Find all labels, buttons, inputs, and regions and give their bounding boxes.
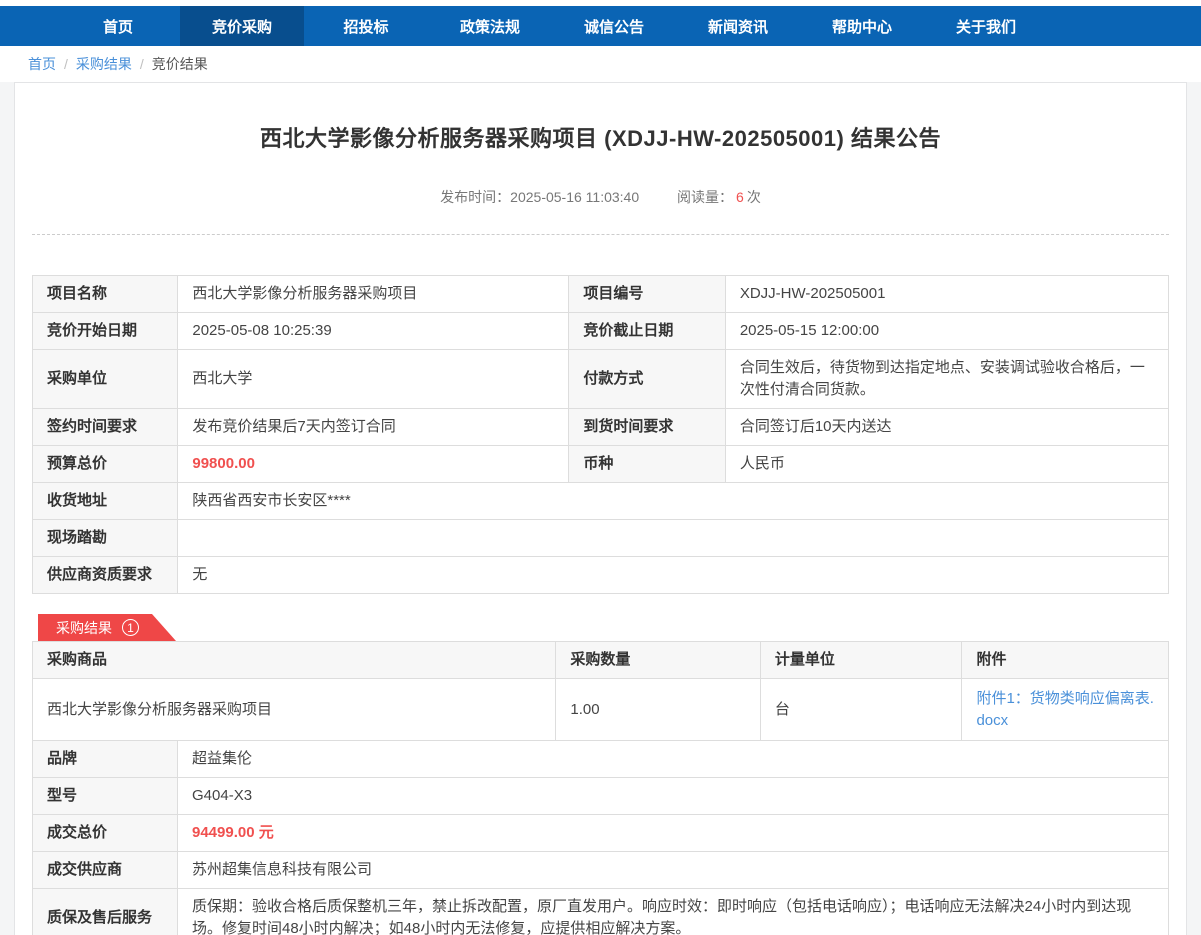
award-price-label: 成交总价 (33, 815, 178, 852)
publish-time-label: 发布时间： (440, 189, 510, 205)
brand-label: 品牌 (33, 741, 178, 778)
purchaser-value: 西北大学 (178, 350, 569, 409)
signing-time-label: 签约时间要求 (33, 409, 178, 446)
views-count: 6 (736, 189, 744, 205)
purchase-result-table: 采购商品 采购数量 计量单位 附件 西北大学影像分析服务器采购项目 1.00 台… (32, 641, 1169, 741)
nav-item-about-us[interactable]: 关于我们 (924, 6, 1048, 46)
nav-item-news[interactable]: 新闻资讯 (676, 6, 800, 46)
publish-time-value: 2025-05-16 11:03:40 (510, 189, 639, 205)
column-header-attachment: 附件 (962, 642, 1169, 679)
product-quantity-cell: 1.00 (556, 679, 761, 741)
column-header-unit: 计量单位 (760, 642, 962, 679)
currency-label: 币种 (569, 446, 725, 483)
table-row: 竞价开始日期 2025-05-08 10:25:39 竞价截止日期 2025-0… (33, 313, 1169, 350)
table-row: 采购单位 西北大学 付款方式 合同生效后，待货物到达指定地点、安装调试验收合格后… (33, 350, 1169, 409)
table-row: 成交供应商 苏州超集信息科技有限公司 (33, 852, 1169, 889)
award-detail-table: 品牌 超益集伦 型号 G404-X3 成交总价 94499.00 元 成交供应商… (32, 740, 1169, 935)
views-label: 阅读量： (677, 189, 733, 205)
payment-method-value: 合同生效后，待货物到达指定地点、安装调试验收合格后，一次性付清合同货款。 (725, 350, 1168, 409)
delivery-address-value: 陕西省西安市长安区**** (178, 483, 1169, 520)
project-name-label: 项目名称 (33, 276, 178, 313)
nav-item-policies[interactable]: 政策法规 (428, 6, 552, 46)
signing-time-value: 发布竞价结果后7天内签订合同 (178, 409, 569, 446)
column-header-quantity: 采购数量 (556, 642, 761, 679)
table-row: 成交总价 94499.00 元 (33, 815, 1169, 852)
nav-item-bidding-purchase[interactable]: 竞价采购 (180, 6, 304, 46)
bid-start-label: 竞价开始日期 (33, 313, 178, 350)
delivery-time-value: 合同签订后10天内送达 (725, 409, 1168, 446)
site-survey-value (178, 520, 1169, 557)
breadcrumb-separator: / (64, 56, 68, 72)
table-row: 预算总价 99800.00 币种 人民币 (33, 446, 1169, 483)
table-row: 现场踏勘 (33, 520, 1169, 557)
breadcrumb: 首页 / 采购结果 / 竞价结果 (0, 46, 1201, 82)
breadcrumb-current-page: 竞价结果 (152, 54, 208, 74)
nav-item-tendering[interactable]: 招投标 (304, 6, 428, 46)
payment-method-label: 付款方式 (569, 350, 725, 409)
table-row: 西北大学影像分析服务器采购项目 1.00 台 附件1：货物类响应偏离表.docx (33, 679, 1169, 741)
site-survey-label: 现场踏勘 (33, 520, 178, 557)
bid-deadline-label: 竞价截止日期 (569, 313, 725, 350)
purchaser-label: 采购单位 (33, 350, 178, 409)
dashed-divider (32, 234, 1169, 235)
product-name-cell: 西北大学影像分析服务器采购项目 (33, 679, 556, 741)
article-meta: 发布时间：2025-05-16 11:03:40 阅读量：6次 (32, 187, 1169, 207)
table-row: 品牌 超益集伦 (33, 741, 1169, 778)
table-row: 项目名称 西北大学影像分析服务器采购项目 项目编号 XDJJ-HW-202505… (33, 276, 1169, 313)
table-row: 收货地址 陕西省西安市长安区**** (33, 483, 1169, 520)
attachment-download-link[interactable]: 附件1：货物类响应偏离表.docx (976, 690, 1154, 729)
breadcrumb-home-link[interactable]: 首页 (28, 54, 56, 74)
purchase-result-label: 采购结果 (56, 618, 112, 638)
nav-item-home[interactable]: 首页 (56, 6, 180, 46)
main-navigation: 首页 竞价采购 招投标 政策法规 诚信公告 新闻资讯 帮助中心 关于我们 (0, 6, 1201, 46)
project-info-table: 项目名称 西北大学影像分析服务器采购项目 项目编号 XDJJ-HW-202505… (32, 275, 1169, 594)
supplier-qualification-label: 供应商资质要求 (33, 557, 178, 594)
supplier-qualification-value: 无 (178, 557, 1169, 594)
bid-deadline-value: 2025-05-15 12:00:00 (725, 313, 1168, 350)
result-count-badge: 1 (122, 619, 139, 636)
model-label: 型号 (33, 778, 178, 815)
table-header-row: 采购商品 采购数量 计量单位 附件 (33, 642, 1169, 679)
product-unit-cell: 台 (760, 679, 962, 741)
purchase-result-ribbon: 采购结果 1 (38, 614, 176, 641)
delivery-time-label: 到货时间要求 (569, 409, 725, 446)
breadcrumb-separator: / (140, 56, 144, 72)
project-number-label: 项目编号 (569, 276, 725, 313)
warranty-service-label: 质保及售后服务 (33, 889, 178, 935)
winning-supplier-label: 成交供应商 (33, 852, 178, 889)
warranty-service-value: 质保期：验收合格后质保整机三年，禁止拆改配置，原厂直发用户。响应时效：即时响应（… (178, 889, 1169, 935)
bid-start-value: 2025-05-08 10:25:39 (178, 313, 569, 350)
announcement-card: 西北大学影像分析服务器采购项目 (XDJJ-HW-202505001) 结果公告… (14, 82, 1187, 935)
model-value: G404-X3 (178, 778, 1169, 815)
breadcrumb-section-link[interactable]: 采购结果 (76, 54, 132, 74)
page-title: 西北大学影像分析服务器采购项目 (XDJJ-HW-202505001) 结果公告 (32, 83, 1169, 153)
brand-value: 超益集伦 (178, 741, 1169, 778)
table-row: 型号 G404-X3 (33, 778, 1169, 815)
project-name-value: 西北大学影像分析服务器采购项目 (178, 276, 569, 313)
product-attachment-cell: 附件1：货物类响应偏离表.docx (962, 679, 1169, 741)
project-number-value: XDJJ-HW-202505001 (725, 276, 1168, 313)
delivery-address-label: 收货地址 (33, 483, 178, 520)
column-header-product: 采购商品 (33, 642, 556, 679)
award-price-value: 94499.00 元 (178, 815, 1169, 852)
views-unit: 次 (747, 189, 761, 205)
nav-item-integrity-notices[interactable]: 诚信公告 (552, 6, 676, 46)
nav-item-help-center[interactable]: 帮助中心 (800, 6, 924, 46)
currency-value: 人民币 (725, 446, 1168, 483)
winning-supplier-value: 苏州超集信息科技有限公司 (178, 852, 1169, 889)
table-row: 供应商资质要求 无 (33, 557, 1169, 594)
table-row: 质保及售后服务 质保期：验收合格后质保整机三年，禁止拆改配置，原厂直发用户。响应… (33, 889, 1169, 935)
budget-total-label: 预算总价 (33, 446, 178, 483)
table-row: 签约时间要求 发布竞价结果后7天内签订合同 到货时间要求 合同签订后10天内送达 (33, 409, 1169, 446)
budget-total-value: 99800.00 (178, 446, 569, 483)
